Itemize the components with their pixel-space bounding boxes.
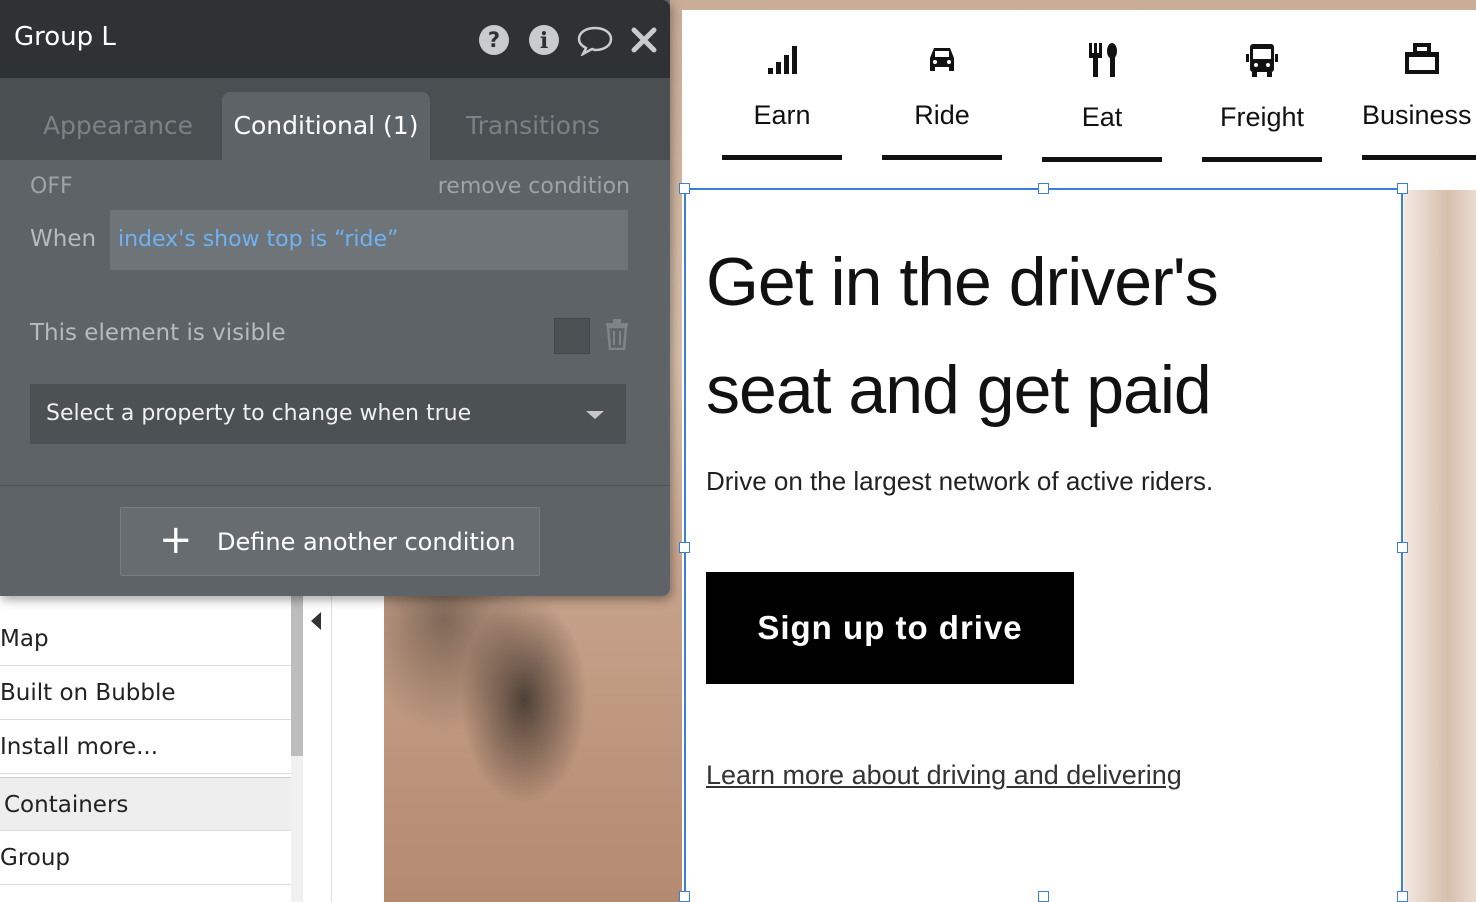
property-visible-label: This element is visible — [30, 320, 286, 346]
info-icon[interactable]: i — [528, 24, 560, 56]
resize-handle-right[interactable] — [1397, 542, 1408, 553]
resize-handle-top-left[interactable] — [679, 183, 690, 194]
palette-item-map[interactable]: Map — [0, 612, 292, 666]
visible-checkbox[interactable] — [554, 318, 590, 354]
truck-icon — [1246, 44, 1278, 77]
fork-knife-icon — [1089, 43, 1117, 77]
property-tabs: Appearance Conditional (1) Transitions — [0, 78, 670, 160]
briefcase-icon — [1405, 43, 1439, 74]
define-button-label: Define another condition — [217, 528, 516, 556]
chevron-down-icon — [586, 411, 604, 419]
nav-tab-earn[interactable]: Earn — [722, 10, 842, 162]
resize-handle-top[interactable] — [1038, 183, 1049, 194]
property-select-dropdown[interactable]: Select a property to change when true — [30, 384, 626, 444]
collapse-palette-icon[interactable] — [311, 612, 321, 630]
nav-tab-ride[interactable]: Ride — [882, 10, 1002, 162]
when-label: When — [30, 226, 97, 252]
remove-condition-link[interactable]: remove condition — [438, 174, 630, 199]
svg-text:i: i — [540, 28, 548, 54]
trash-icon[interactable] — [604, 318, 630, 350]
nav-label: Ride — [914, 100, 970, 130]
nav-tab-business[interactable]: Business — [1362, 10, 1476, 162]
car-icon — [930, 48, 954, 71]
define-another-condition-button[interactable]: + Define another condition — [120, 507, 540, 576]
palette-scrollbar-thumb[interactable] — [291, 596, 303, 756]
nav-label: Earn — [753, 100, 811, 130]
svg-text:?: ? — [488, 28, 500, 52]
nav-underline — [1362, 155, 1476, 160]
resize-handle-left[interactable] — [679, 542, 690, 553]
palette-section-containers[interactable]: Containers — [0, 777, 292, 831]
nav-label: Freight — [1219, 102, 1305, 132]
resize-handle-bottom-right[interactable] — [1397, 891, 1408, 902]
palette-item-built-on-bubble[interactable]: Built on Bubble — [0, 666, 292, 720]
close-icon[interactable] — [630, 24, 658, 56]
tab-appearance[interactable]: Appearance — [30, 92, 206, 160]
selection-outline[interactable] — [684, 188, 1403, 902]
tab-transitions[interactable]: Transitions — [452, 92, 614, 160]
nav-tab-eat[interactable]: Eat — [1042, 10, 1162, 162]
help-icon[interactable]: ? — [478, 24, 510, 56]
nav-underline — [722, 155, 842, 160]
nav-label: Business — [1362, 100, 1472, 130]
plus-icon: + — [159, 517, 193, 563]
resize-handle-bottom-left[interactable] — [679, 891, 690, 902]
property-editor-title: Group L — [14, 22, 116, 52]
section-divider — [0, 485, 670, 486]
property-select-label: Select a property to change when true — [46, 401, 472, 426]
canvas-side-photo — [1404, 190, 1476, 902]
nav-underline — [1202, 157, 1322, 162]
nav-underline — [1042, 157, 1162, 162]
nav-label: Eat — [1081, 102, 1123, 132]
property-editor-header[interactable]: Group L ? i — [0, 0, 670, 78]
nav-underline — [882, 155, 1002, 160]
condition-expression-field[interactable]: index's show top is “ride” — [110, 210, 628, 270]
palette-item-install-more[interactable]: Install more... — [0, 720, 292, 774]
condition-state[interactable]: OFF — [30, 174, 73, 199]
resize-handle-bottom[interactable] — [1038, 891, 1049, 902]
nav-tab-freight[interactable]: Freight — [1202, 10, 1322, 162]
palette-item-group[interactable]: Group — [0, 831, 292, 885]
resize-handle-top-right[interactable] — [1397, 183, 1408, 194]
property-editor: Group L ? i Appearance Conditional (1) T… — [0, 0, 670, 596]
signal-bars-icon — [768, 46, 797, 74]
comment-icon[interactable] — [576, 24, 614, 56]
tab-conditional[interactable]: Conditional (1) — [222, 92, 430, 160]
